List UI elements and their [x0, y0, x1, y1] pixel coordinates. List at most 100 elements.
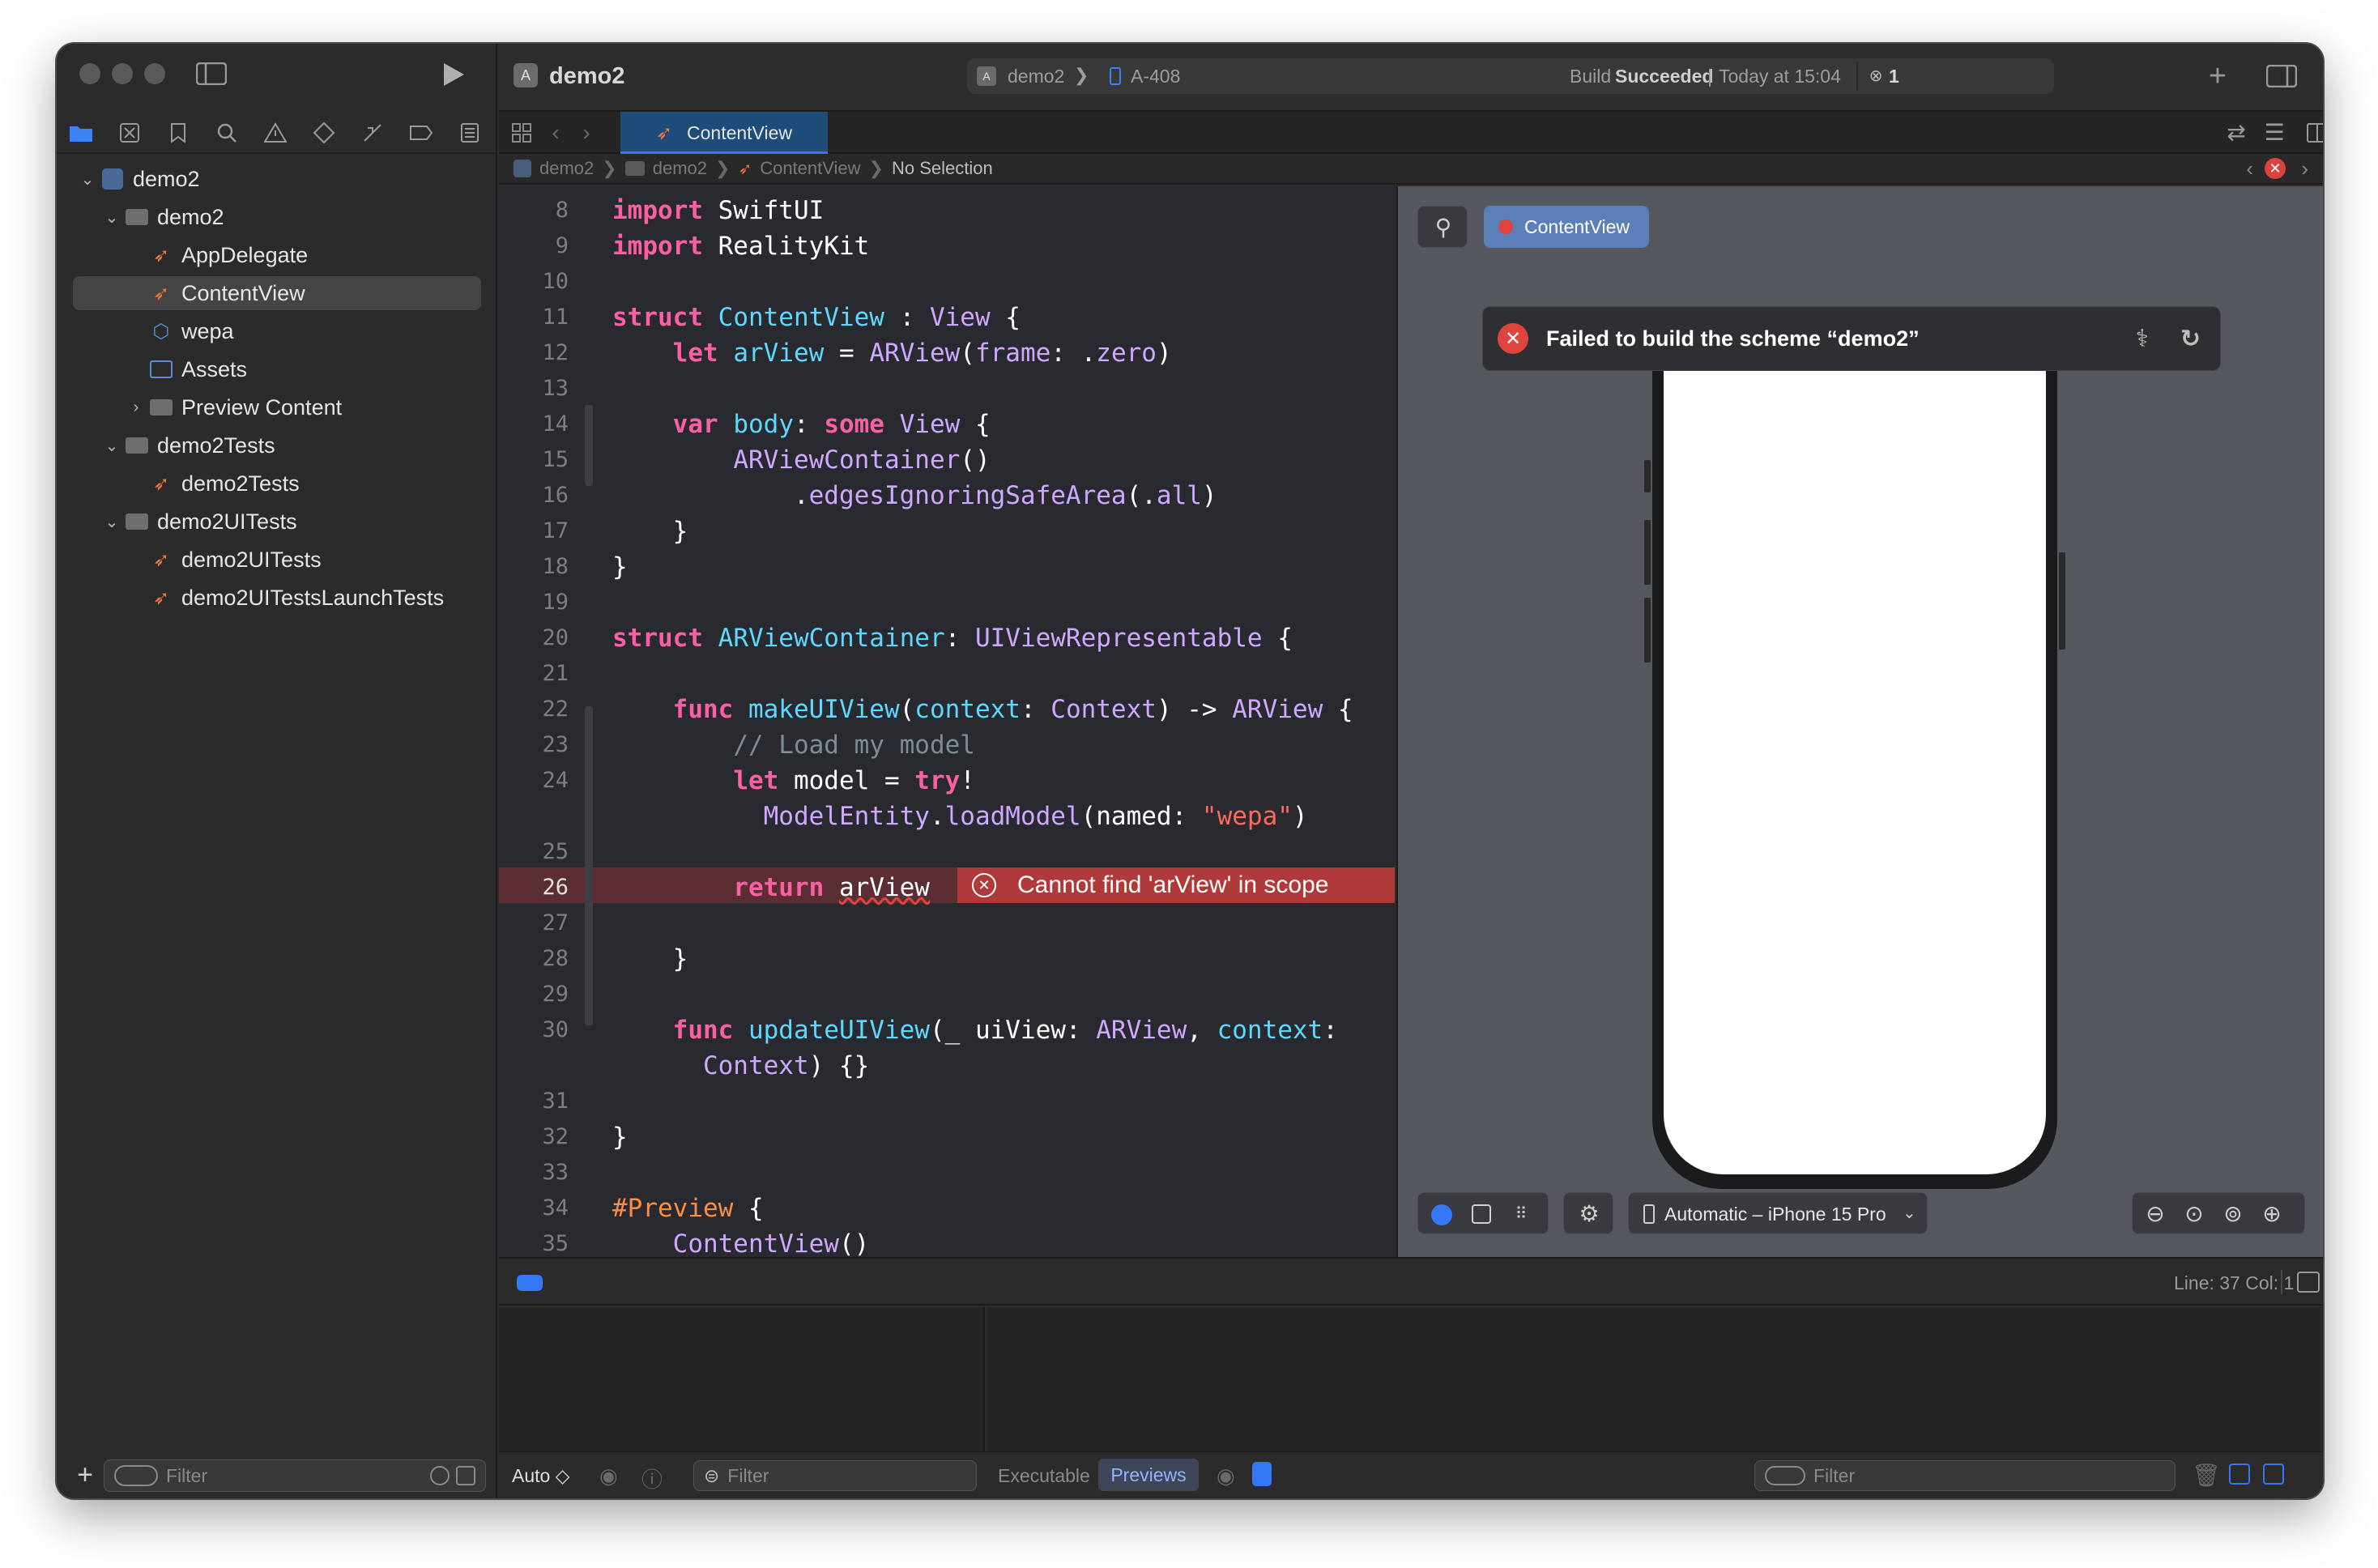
auto-variables-selector[interactable]: Auto ◇ — [512, 1465, 569, 1487]
tab-previews[interactable]: Previews — [1098, 1459, 1199, 1491]
run-destination-selector[interactable]: A-408 — [1102, 58, 1264, 94]
breadcrumb-selection[interactable]: No Selection — [892, 158, 993, 179]
tree-item[interactable]: ➶ demo2UITestsLaunchTests — [73, 581, 481, 615]
tree-item[interactable]: ⌄ demo2 — [73, 200, 481, 234]
split-editor-icon[interactable] — [2305, 121, 2323, 144]
debug-area-indicator-icon[interactable] — [517, 1275, 543, 1291]
tree-item[interactable]: › Preview Content — [73, 390, 481, 424]
navigator-filter-field[interactable]: Filter — [104, 1459, 486, 1492]
chevron-down-icon[interactable]: ⌄ — [104, 512, 120, 532]
previous-issue-icon[interactable]: ‹ — [2246, 156, 2253, 181]
test-diamond-icon[interactable] — [311, 120, 337, 146]
close-window-button[interactable] — [79, 63, 100, 84]
diagnostics-icon[interactable]: ⚕ — [2136, 325, 2149, 353]
preview-tab-contentview[interactable]: ContentView — [1484, 206, 1649, 248]
selectable-mode-icon[interactable] — [1472, 1204, 1491, 1224]
zoom-window-button[interactable] — [144, 63, 165, 84]
code-line-35: ContentView() — [672, 1229, 870, 1257]
preview-tab-label: ContentView — [1524, 216, 1630, 237]
error-count[interactable]: 1 — [1889, 66, 1899, 87]
tree-item-label: demo2UITests — [157, 509, 297, 534]
zoom-out-icon[interactable]: ⊖ — [2141, 1201, 2170, 1227]
refresh-icon[interactable]: ↻ — [2180, 325, 2201, 353]
breadcrumb: demo2 ❯ demo2 ❯ ➶ ContentView ❯ No Selec… — [499, 154, 2323, 185]
chevron-down-icon[interactable]: ⌄ — [104, 207, 120, 228]
eye-icon[interactable]: ◉ — [599, 1464, 618, 1489]
cursor-position: Line: 37 Col: 1 — [2174, 1272, 2295, 1293]
zoom-fit-icon[interactable]: ⊚ — [2218, 1201, 2248, 1227]
chevron-down-icon[interactable]: ⌄ — [79, 169, 96, 190]
tree-item[interactable]: ⌄ demo2Tests — [73, 428, 481, 462]
variants-grid-icon[interactable]: ⠿ — [1507, 1203, 1535, 1225]
filter-options-icon[interactable] — [114, 1465, 158, 1486]
chevron-right-icon[interactable]: › — [128, 398, 144, 417]
canvas-settings-button[interactable]: ⚙ — [1563, 1192, 1613, 1234]
tree-item[interactable]: ➶ ContentView — [73, 276, 481, 310]
tree-item-label: wepa — [181, 318, 234, 343]
eye-icon[interactable]: ◉ — [1217, 1464, 1235, 1489]
show-console-icon[interactable] — [2263, 1464, 2284, 1485]
zoom-actual-icon[interactable]: ⊙ — [2180, 1201, 2209, 1227]
console-filter-field[interactable]: Filter — [1754, 1460, 2176, 1491]
code-line-26: return arView — [733, 873, 930, 902]
variables-filter-field[interactable]: ⊜ Filter — [693, 1460, 977, 1491]
tree-item[interactable]: ⌄ demo2UITests — [73, 505, 481, 539]
pin-preview-button[interactable]: ⚲ — [1417, 206, 1468, 248]
zoom-in-icon[interactable]: ⊕ — [2257, 1201, 2286, 1227]
info-icon[interactable]: ⓘ — [641, 1464, 663, 1493]
code-line-8: import SwiftUI — [612, 196, 825, 225]
source-control-icon[interactable] — [117, 120, 143, 146]
chevron-down-icon[interactable]: ⌄ — [104, 436, 120, 456]
swap-arrows-icon[interactable]: ⇄ — [2224, 121, 2248, 144]
scheme-selector[interactable]: A demo2 ❯ — [967, 58, 1102, 94]
editor-options-icon[interactable]: ☰ — [2260, 121, 2289, 144]
next-issue-icon[interactable]: › — [2301, 156, 2308, 181]
error-count-icon[interactable]: ⊗ — [1866, 66, 1886, 86]
source-editor[interactable]: 8 9 10 11 12 13 14 15 16 17 18 19 20 21 22 23 24 25 26 27 28… — [499, 186, 1395, 1257]
scm-filter-icon[interactable] — [456, 1466, 475, 1485]
grid-icon[interactable] — [510, 121, 533, 144]
folder-navigator-icon[interactable] — [68, 120, 94, 146]
tree-item[interactable]: ⌄ demo2 — [73, 162, 481, 196]
forward-arrow-icon[interactable]: › — [577, 121, 596, 144]
error-dot-icon — [1498, 219, 1513, 234]
search-icon[interactable] — [214, 120, 240, 146]
issue-warning-icon[interactable] — [262, 120, 288, 146]
add-file-icon[interactable]: + — [71, 1461, 99, 1489]
issue-error-icon[interactable]: ✕ — [2265, 158, 2286, 179]
inspector-toggle-icon[interactable] — [2265, 62, 2299, 91]
recent-files-icon[interactable] — [430, 1466, 450, 1485]
breadcrumb-file[interactable]: ContentView — [760, 158, 860, 179]
tree-item[interactable]: Assets — [73, 352, 481, 386]
debug-icon[interactable] — [360, 120, 386, 146]
console-settings-icon[interactable] — [1252, 1462, 1272, 1486]
add-library-icon[interactable]: + — [2203, 61, 2232, 92]
line-number: 12 — [542, 340, 569, 365]
tree-item[interactable]: ➶ demo2Tests — [73, 467, 481, 501]
show-variables-icon[interactable] — [2229, 1464, 2250, 1485]
breadcrumb-project[interactable]: demo2 — [539, 158, 594, 179]
variables-filter-placeholder: Filter — [727, 1464, 769, 1486]
bookmark-icon[interactable] — [165, 120, 191, 146]
line-number: 23 — [542, 732, 569, 757]
code-line-30: func updateUIView(_ uiView: ARView, cont… — [672, 1016, 1338, 1045]
back-arrow-icon[interactable]: ‹ — [546, 121, 565, 144]
report-icon[interactable] — [457, 120, 483, 146]
breakpoint-icon[interactable] — [408, 120, 434, 146]
filter-options-icon[interactable] — [1765, 1466, 1805, 1485]
breadcrumb-folder[interactable]: demo2 — [653, 158, 707, 179]
minimap-toggle-icon[interactable] — [2297, 1272, 2320, 1293]
inline-error-annotation[interactable]: ✕ Cannot find 'arView' in scope — [957, 867, 1395, 903]
minimize-window-button[interactable] — [112, 63, 133, 84]
tree-item[interactable]: ➶ AppDelegate — [73, 238, 481, 272]
sidebar-toggle-icon[interactable] — [194, 60, 228, 87]
run-button[interactable] — [437, 60, 470, 89]
device-selector[interactable]: Automatic – iPhone 15 Pro ⌄ — [1628, 1192, 1928, 1234]
tab-executable[interactable]: Executable — [998, 1465, 1090, 1487]
code-line-24-wrap: ModelEntity.loadModel(named: "wepa") — [763, 802, 1308, 831]
trash-icon[interactable]: 🗑 — [2192, 1462, 2221, 1489]
tree-item[interactable]: ⬡ wepa — [73, 314, 481, 348]
tree-item[interactable]: ➶ demo2UITests — [73, 543, 481, 577]
tab-contentview[interactable]: ➶ ContentView — [620, 112, 828, 154]
live-mode-icon[interactable] — [1431, 1204, 1452, 1225]
